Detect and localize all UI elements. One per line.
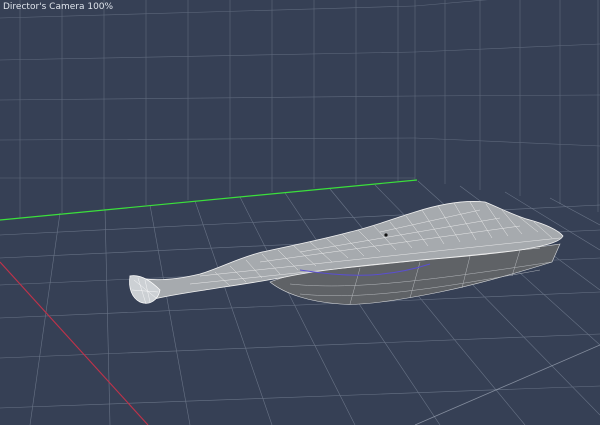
mesh-pivot-marker	[384, 233, 388, 237]
camera-label[interactable]: Director's Camera 100%	[3, 2, 113, 13]
back-wall-grid	[0, 0, 416, 218]
mesh-object[interactable]	[129, 201, 564, 305]
viewport-scene[interactable]	[0, 0, 600, 425]
z-axis-line	[0, 261, 149, 425]
floor-edge	[414, 344, 600, 425]
x-axis-line	[0, 179, 418, 221]
3d-viewport[interactable]: Director's Camera 100%	[0, 0, 600, 425]
side-wall-grid	[414, 0, 600, 212]
